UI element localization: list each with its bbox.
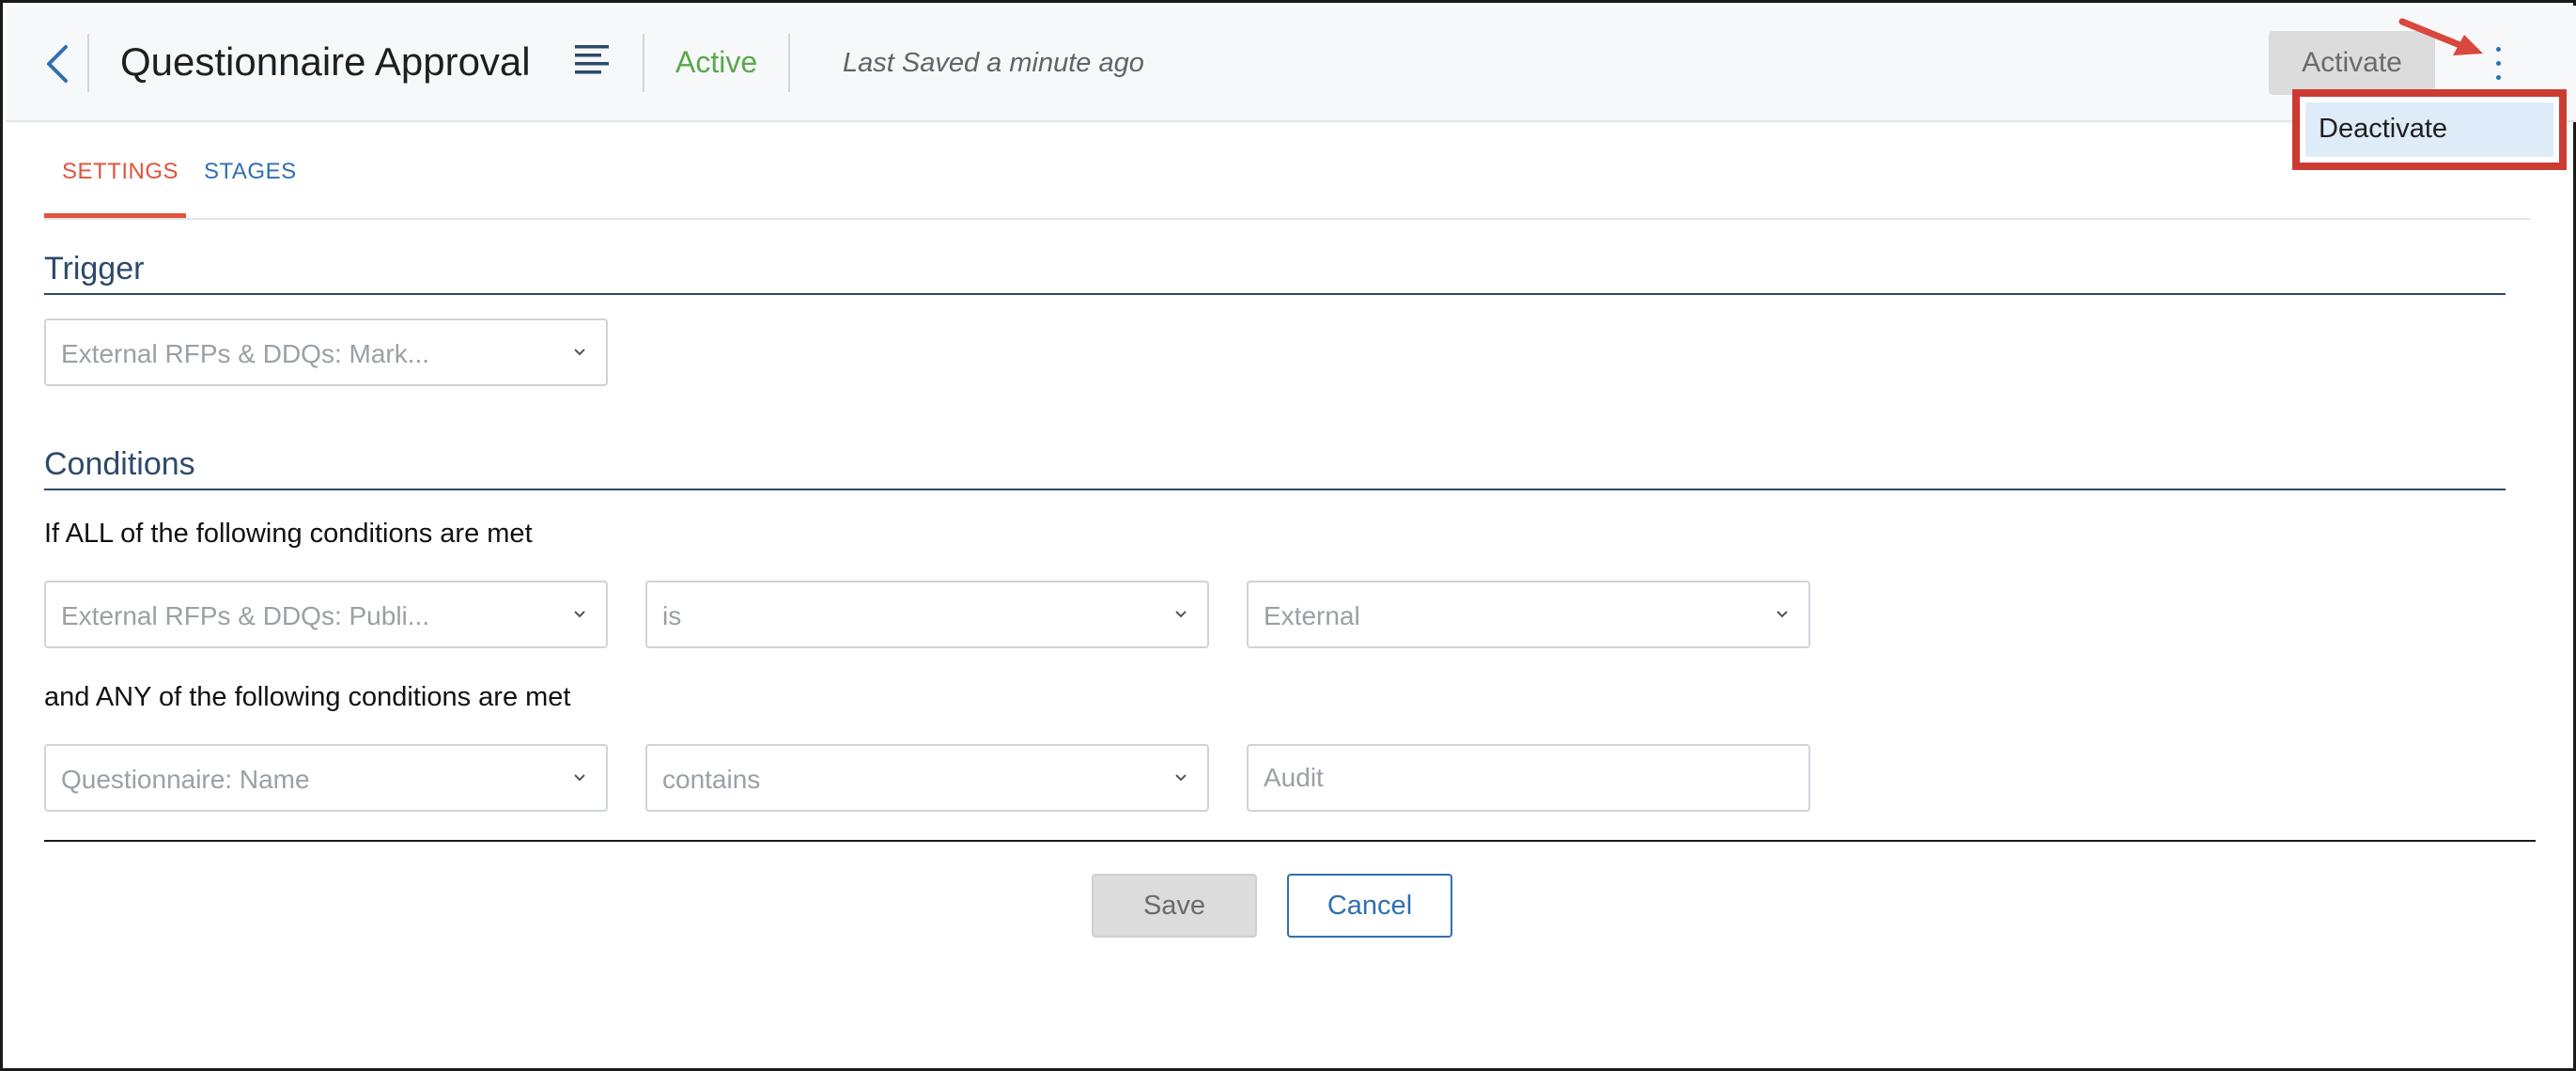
menu-item-deactivate[interactable]: Deactivate: [2305, 102, 2553, 157]
any-condition-operator-value: contains: [662, 765, 761, 794]
header-divider: [643, 34, 644, 92]
align-left-icon[interactable]: [573, 43, 611, 77]
chevron-down-icon: [574, 349, 585, 356]
all-condition-field-value: External RFPs & DDQs: Publi...: [61, 601, 430, 630]
header-divider: [788, 34, 790, 92]
all-condition-operator-value: is: [662, 601, 682, 630]
any-condition-field-select[interactable]: Questionnaire: Name: [44, 744, 608, 812]
trigger-heading: Trigger: [44, 251, 145, 287]
all-condition-value-text: External: [1264, 601, 1360, 630]
all-condition-value-select[interactable]: External: [1247, 581, 1810, 648]
conditions-divider: [44, 489, 2506, 490]
page-header: Questionnaire Approval Active Last Saved…: [6, 6, 2576, 122]
back-button[interactable]: [41, 41, 75, 86]
tab-settings[interactable]: SETTINGS: [62, 159, 178, 185]
all-conditions-label: If ALL of the following conditions are m…: [44, 519, 533, 549]
any-condition-operator-select[interactable]: contains: [645, 744, 1209, 812]
chevron-down-icon: [1777, 611, 1788, 618]
chevron-down-icon: [574, 774, 585, 782]
any-conditions-label: and ANY of the following conditions are …: [44, 682, 571, 712]
trigger-select[interactable]: External RFPs & DDQs: Mark...: [44, 318, 608, 386]
header-divider: [87, 34, 89, 92]
chevron-down-icon: [1175, 611, 1187, 618]
trigger-divider: [44, 293, 2506, 295]
any-condition-field-value: Questionnaire: Name: [61, 765, 310, 794]
chevron-down-icon: [574, 611, 585, 618]
more-actions-menu: Deactivate: [2292, 89, 2567, 170]
app-frame: Questionnaire Approval Active Last Saved…: [0, 0, 2576, 1071]
vertical-ellipsis-icon[interactable]: [2488, 43, 2510, 85]
form-divider: [44, 840, 2536, 842]
status-badge: Active: [675, 45, 758, 79]
page-title: Questionnaire Approval: [120, 39, 531, 84]
cancel-button[interactable]: Cancel: [1287, 874, 1452, 938]
tab-stages[interactable]: STAGES: [204, 159, 297, 185]
last-saved-text: Last Saved a minute ago: [843, 48, 1144, 78]
annotation-arrow-icon: [2398, 18, 2483, 55]
conditions-heading: Conditions: [44, 446, 195, 482]
save-button[interactable]: Save: [1092, 874, 1257, 938]
chevron-down-icon: [1175, 774, 1187, 782]
any-condition-value-input[interactable]: [1247, 744, 1810, 812]
all-condition-operator-select[interactable]: is: [645, 581, 1209, 648]
all-condition-field-select[interactable]: External RFPs & DDQs: Publi...: [44, 581, 608, 648]
trigger-select-value: External RFPs & DDQs: Mark...: [61, 339, 430, 368]
chevron-left-icon: [47, 45, 68, 83]
tabs-divider: [44, 218, 2530, 220]
